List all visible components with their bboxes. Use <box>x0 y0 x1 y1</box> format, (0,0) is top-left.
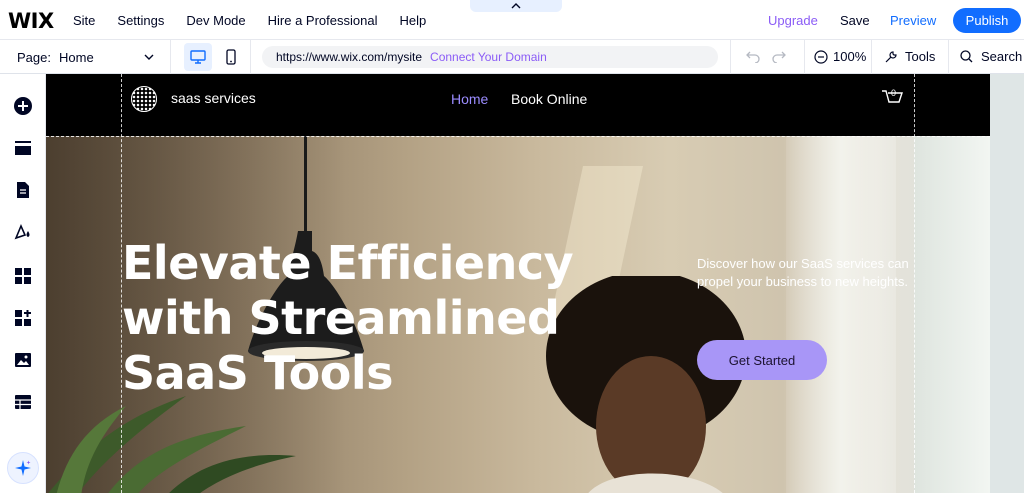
collapse-toolbar-tab[interactable] <box>470 0 562 12</box>
wix-logo[interactable]: WIX <box>8 9 54 33</box>
menu-site[interactable]: Site <box>62 13 106 28</box>
chevron-down-icon[interactable] <box>143 51 155 63</box>
nav-book-online-link[interactable]: Book Online <box>511 91 587 107</box>
preview-button[interactable]: Preview <box>890 13 936 28</box>
upgrade-link[interactable]: Upgrade <box>768 13 818 28</box>
tools-button[interactable]: Tools <box>884 49 935 64</box>
zoom-control[interactable]: 100% <box>814 49 866 64</box>
editor-secondary-bar: Page: Home https://www.wix.com/mysite Co… <box>0 40 1024 74</box>
media-icon[interactable] <box>13 350 33 370</box>
search-label: Search <box>981 49 1023 64</box>
desktop-icon <box>190 50 206 64</box>
nav-home-link[interactable]: Home <box>451 91 488 107</box>
divider <box>730 40 731 74</box>
editor-canvas[interactable]: saas services Home Book Online 0 Elevate… <box>46 74 1024 493</box>
save-button[interactable]: Save <box>840 13 870 28</box>
hero-title[interactable]: Elevate Efficiency with Streamlined SaaS… <box>122 236 602 401</box>
add-icon[interactable] <box>13 96 33 116</box>
page-selector[interactable]: Home <box>59 50 94 65</box>
left-tool-rail <box>0 74 46 493</box>
ai-assistant-button[interactable] <box>7 452 39 484</box>
cms-icon[interactable] <box>13 392 33 412</box>
zoom-out-icon <box>814 49 828 64</box>
editor-top-bar: WIX Site Settings Dev Mode Hire a Profes… <box>0 0 1024 40</box>
hero-title-line: with Streamlined <box>122 291 560 345</box>
get-started-button[interactable]: Get Started <box>697 340 827 380</box>
top-menu: Site Settings Dev Mode Hire a Profession… <box>62 0 437 40</box>
menu-settings[interactable]: Settings <box>106 13 175 28</box>
hero-subtitle[interactable]: Discover how our SaaS services can prope… <box>697 255 912 291</box>
tools-label: Tools <box>905 49 936 64</box>
desktop-view-button[interactable] <box>184 43 212 71</box>
hero-title-line: SaaS Tools <box>122 346 393 400</box>
ai-assistant-icon <box>15 460 31 476</box>
undo-icon[interactable] <box>746 50 760 63</box>
lamp-cord <box>304 136 307 236</box>
site-logo-icon[interactable] <box>131 86 157 112</box>
hero-window-light <box>914 136 990 493</box>
publish-button[interactable]: Publish <box>953 8 1021 33</box>
header-guide-line <box>46 136 990 137</box>
connect-domain-link[interactable]: Connect Your Domain <box>430 50 547 64</box>
canvas-right-strip <box>990 74 1024 493</box>
site-preview[interactable]: saas services Home Book Online 0 Elevate… <box>46 74 990 493</box>
tools-icon <box>885 50 897 62</box>
cart-count: 0 <box>891 88 897 98</box>
site-header[interactable]: saas services Home Book Online 0 <box>46 74 990 136</box>
divider <box>948 40 949 74</box>
mobile-icon[interactable] <box>226 49 236 65</box>
site-url: https://www.wix.com/mysite <box>276 50 423 64</box>
left-grid-guide <box>121 74 122 493</box>
right-grid-guide <box>914 74 915 493</box>
divider <box>804 40 805 74</box>
business-icon[interactable] <box>13 308 33 328</box>
site-name[interactable]: saas services <box>171 90 256 106</box>
hero-section[interactable]: Elevate Efficiency with Streamlined SaaS… <box>46 136 990 493</box>
design-icon[interactable] <box>13 222 33 242</box>
search-button[interactable]: Search <box>960 49 1022 64</box>
site-url-bar[interactable]: https://www.wix.com/mysite Connect Your … <box>262 46 718 68</box>
hero-window-light <box>786 136 896 493</box>
sections-icon[interactable] <box>13 138 33 158</box>
menu-help[interactable]: Help <box>388 13 437 28</box>
divider <box>250 40 251 74</box>
divider <box>170 40 171 74</box>
hero-title-line: Elevate Efficiency <box>122 236 574 290</box>
redo-icon[interactable] <box>772 50 786 63</box>
menu-hire-professional[interactable]: Hire a Professional <box>257 13 389 28</box>
apps-icon[interactable] <box>13 266 33 286</box>
chevron-up-icon <box>511 3 521 9</box>
page-label: Page: <box>17 50 51 65</box>
search-icon <box>960 50 973 63</box>
divider <box>871 40 872 74</box>
menu-dev-mode[interactable]: Dev Mode <box>175 13 256 28</box>
zoom-value: 100% <box>833 49 867 64</box>
pages-icon[interactable] <box>13 180 33 200</box>
